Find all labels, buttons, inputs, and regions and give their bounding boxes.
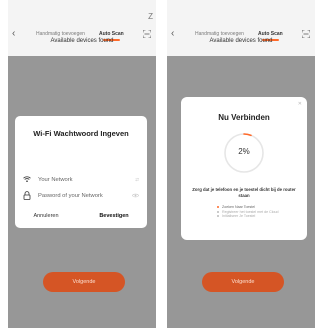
dialog-title: Nu Verbinden xyxy=(218,113,270,122)
tab-auto-scan[interactable]: Auto Scan xyxy=(99,31,124,41)
network-placeholder: Your Network xyxy=(38,177,73,183)
progress-ring: 2% xyxy=(222,131,266,175)
wifi-password-screen: Z ‹ Handmatig toevoegen Auto Scan Availa… xyxy=(8,0,156,328)
wifi-icon xyxy=(23,175,31,185)
connecting-dialog: ✕ Nu Verbinden 2% Zorg dat je telefoon e… xyxy=(181,97,307,240)
step-label: Registreer het toestel met de Cloud xyxy=(222,209,279,214)
password-placeholder: Pasword of your Network xyxy=(38,193,103,199)
step-status-icon xyxy=(217,215,219,218)
wifi-password-dialog: Wi-Fi Wachtwoord Ingeven Your Network ⇄ … xyxy=(15,116,147,228)
confirm-button[interactable]: Bevestigen xyxy=(87,213,141,219)
next-button[interactable]: Volgende xyxy=(43,272,125,292)
tab-manual-add[interactable]: Handmatig toevoegen xyxy=(36,31,85,37)
step-label: Initialiseer Je Toestel xyxy=(222,214,256,219)
network-field[interactable]: Your Network ⇄ xyxy=(23,175,141,187)
tab-auto-scan-label: Auto Scan xyxy=(258,31,283,37)
tab-auto-scan-label: Auto Scan xyxy=(99,31,124,37)
connection-step: Initialiseer Je Toestel xyxy=(217,214,295,219)
proximity-note: Zorg dat je telefoon en je toestel dicht… xyxy=(192,187,296,198)
next-button[interactable]: Volgende xyxy=(202,272,284,292)
step-status-icon xyxy=(217,206,219,208)
corner-mark: Z xyxy=(148,12,153,21)
step-status-icon xyxy=(217,210,219,213)
close-icon[interactable]: ✕ xyxy=(298,101,302,107)
password-field[interactable]: Pasword of your Network xyxy=(23,191,141,203)
available-devices-text: Available devices found xyxy=(209,38,273,44)
connection-steps: Zoeken Naar Toestel Registreer het toeste… xyxy=(217,205,295,219)
tab-manual-add[interactable]: Handmatig toevoegen xyxy=(195,31,244,37)
step-label: Zoeken Naar Toestel xyxy=(222,205,256,209)
switch-network-icon[interactable]: ⇄ xyxy=(135,177,139,183)
connecting-screen: ‹ Handmatig toevoegen Auto Scan Availabl… xyxy=(167,0,315,328)
eye-icon[interactable] xyxy=(131,193,140,199)
available-devices-text: Available devices found xyxy=(50,38,114,44)
lock-icon xyxy=(23,191,31,202)
tab-auto-scan[interactable]: Auto Scan xyxy=(258,31,283,41)
dialog-title: Wi-Fi Wachtwoord Ingeven xyxy=(33,129,129,138)
cancel-button[interactable]: Annuleren xyxy=(21,213,71,219)
progress-percent: 2% xyxy=(238,147,250,156)
